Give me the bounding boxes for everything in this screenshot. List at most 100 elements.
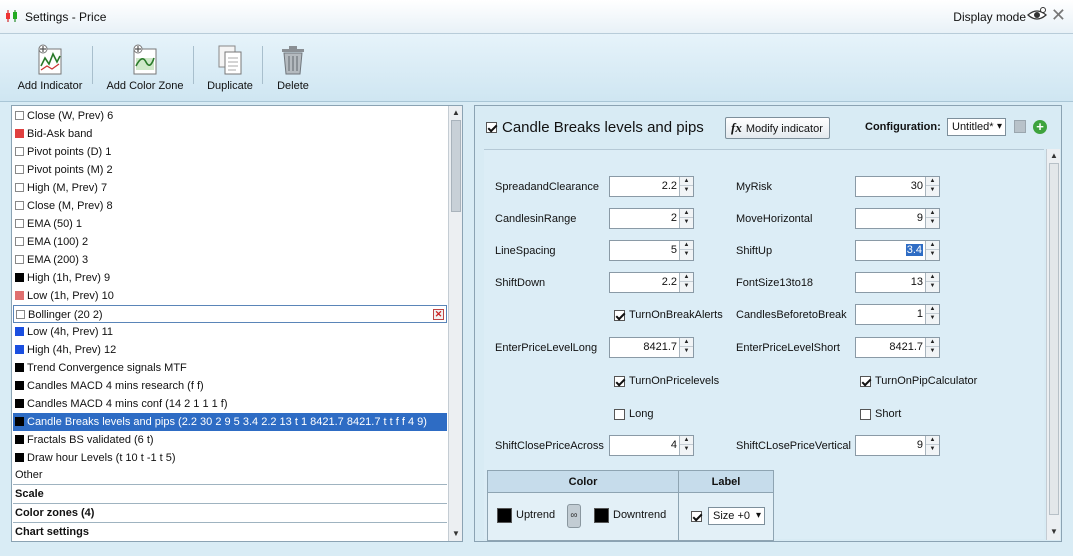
spinner-buttons[interactable]: ▲ ▼ <box>925 273 939 292</box>
list-item-other[interactable]: Other <box>13 466 447 484</box>
close-icon[interactable]: ✕ <box>1051 5 1066 25</box>
spin-up-icon[interactable]: ▲ <box>926 305 939 314</box>
spin-down-icon[interactable]: ▼ <box>680 186 693 195</box>
spin-up-icon[interactable]: ▲ <box>680 273 693 282</box>
spin-up-icon[interactable]: ▲ <box>680 436 693 445</box>
spinner-buttons[interactable]: ▲ ▼ <box>679 209 693 228</box>
label-size-select[interactable]: Size +0 <box>708 507 765 525</box>
downtrend-color-swatch[interactable] <box>594 508 609 523</box>
candles-in-range-input[interactable]: 2 ▲ ▼ <box>609 208 694 229</box>
line-spacing-input[interactable]: 5 ▲ ▼ <box>609 240 694 261</box>
scroll-up-arrow-icon[interactable]: ▲ <box>1049 151 1059 160</box>
list-item[interactable]: Close (W, Prev) 6 <box>13 107 447 125</box>
list-item[interactable]: Trend Convergence signals MTF <box>13 359 447 377</box>
candles-before-break-input[interactable]: 1 ▲ ▼ <box>855 304 940 325</box>
spin-down-icon[interactable]: ▼ <box>926 314 939 323</box>
list-item[interactable]: Candles MACD 4 mins conf (14 2 1 1 1 f) <box>13 395 447 413</box>
spin-down-icon[interactable]: ▼ <box>926 250 939 259</box>
uptrend-color-swatch[interactable] <box>497 508 512 523</box>
section-chart-settings[interactable]: Chart settings <box>13 522 447 540</box>
spinner-buttons[interactable]: ▲ ▼ <box>679 436 693 455</box>
scroll-thumb[interactable] <box>451 120 461 212</box>
checkbox-box[interactable] <box>860 408 871 420</box>
my-risk-input[interactable]: 30 ▲ ▼ <box>855 176 940 197</box>
enter-price-level-short-input[interactable]: 8421.7 ▲ ▼ <box>855 337 940 358</box>
spin-up-icon[interactable]: ▲ <box>680 177 693 186</box>
enter-price-level-long-input[interactable]: 8421.7 ▲ ▼ <box>609 337 694 358</box>
spin-up-icon[interactable]: ▲ <box>680 209 693 218</box>
scroll-up-arrow-icon[interactable]: ▲ <box>451 108 461 118</box>
add-indicator-button[interactable]: Add Indicator <box>14 44 86 92</box>
show-label-checkbox[interactable] <box>691 511 702 522</box>
eye-icon[interactable] <box>1027 7 1047 23</box>
settings-scrollbar[interactable]: ▲ ▼ <box>1046 149 1060 540</box>
spinner-buttons[interactable]: ▲ ▼ <box>925 241 939 260</box>
spinner-buttons[interactable]: ▲ ▼ <box>679 338 693 357</box>
spin-up-icon[interactable]: ▲ <box>680 338 693 347</box>
list-item[interactable]: Draw hour Levels (t 10 t -1 t 5) <box>13 449 447 467</box>
scroll-down-arrow-icon[interactable]: ▼ <box>451 529 461 539</box>
shift-up-input[interactable]: 3.4 ▲ ▼ <box>855 240 940 261</box>
spin-up-icon[interactable]: ▲ <box>926 209 939 218</box>
checkbox-box[interactable] <box>860 375 871 387</box>
list-item[interactable]: Close (M, Prev) 8 <box>13 197 447 215</box>
display-mode-label[interactable]: Display mode <box>953 10 1026 24</box>
spin-up-icon[interactable]: ▲ <box>926 273 939 282</box>
modify-indicator-button[interactable]: fx Modify indicator <box>725 117 830 139</box>
move-horizontal-input[interactable]: 9 ▲ ▼ <box>855 208 940 229</box>
spin-down-icon[interactable]: ▼ <box>926 186 939 195</box>
short-checkbox[interactable]: Short <box>860 408 901 420</box>
shift-down-input[interactable]: 2.2 ▲ ▼ <box>609 272 694 293</box>
font-size-input[interactable]: 13 ▲ ▼ <box>855 272 940 293</box>
spin-down-icon[interactable]: ▼ <box>680 250 693 259</box>
checkbox-box[interactable] <box>614 408 625 420</box>
checkbox-box[interactable] <box>614 309 625 321</box>
spin-up-icon[interactable]: ▲ <box>926 436 939 445</box>
list-item[interactable]: EMA (200) 3 <box>13 251 447 269</box>
save-icon[interactable] <box>1014 120 1026 133</box>
spin-down-icon[interactable]: ▼ <box>926 282 939 291</box>
scroll-down-arrow-icon[interactable]: ▼ <box>1049 527 1059 536</box>
spin-down-icon[interactable]: ▼ <box>680 347 693 356</box>
shift-close-price-across-input[interactable]: 4 ▲ ▼ <box>609 435 694 456</box>
duplicate-button[interactable]: Duplicate <box>204 44 256 92</box>
delete-button[interactable]: Delete <box>272 44 314 92</box>
section-scale[interactable]: Scale <box>13 484 447 502</box>
spread-clearance-input[interactable]: 2.2 ▲ ▼ <box>609 176 694 197</box>
link-colors-icon[interactable]: ∞ <box>567 504 581 528</box>
spinner-buttons[interactable]: ▲ ▼ <box>679 177 693 196</box>
list-item[interactable]: Candle Breaks levels and pips (2.2 30 2 … <box>13 413 447 431</box>
list-item[interactable]: Fractals BS validated (6 t) <box>13 431 447 449</box>
spinner-buttons[interactable]: ▲ ▼ <box>925 177 939 196</box>
spinner-buttons[interactable]: ▲ ▼ <box>925 209 939 228</box>
spin-up-icon[interactable]: ▲ <box>680 241 693 250</box>
list-item[interactable]: Pivot points (D) 1 <box>13 143 447 161</box>
spinner-buttons[interactable]: ▲ ▼ <box>925 338 939 357</box>
spinner-buttons[interactable]: ▲ ▼ <box>679 241 693 260</box>
turn-on-pip-calculator-checkbox[interactable]: TurnOnPipCalculator <box>860 375 977 387</box>
scroll-thumb[interactable] <box>1049 163 1059 515</box>
list-item[interactable]: Low (4h, Prev) 11 <box>13 323 447 341</box>
list-item[interactable]: Bollinger (20 2) ✕ <box>13 305 447 323</box>
spin-down-icon[interactable]: ▼ <box>680 445 693 454</box>
indicator-enabled-checkbox[interactable] <box>486 122 497 133</box>
spinner-buttons[interactable]: ▲ ▼ <box>679 273 693 292</box>
list-item[interactable]: High (1h, Prev) 9 <box>13 269 447 287</box>
spin-down-icon[interactable]: ▼ <box>680 282 693 291</box>
turn-on-price-levels-checkbox[interactable]: TurnOnPricelevels <box>614 375 719 387</box>
list-item[interactable]: High (M, Prev) 7 <box>13 179 447 197</box>
spin-up-icon[interactable]: ▲ <box>926 177 939 186</box>
spin-down-icon[interactable]: ▼ <box>680 218 693 227</box>
long-checkbox[interactable]: Long <box>614 408 653 420</box>
list-scrollbar[interactable]: ▲ ▼ <box>448 106 462 541</box>
spin-up-icon[interactable]: ▲ <box>926 241 939 250</box>
add-color-zone-button[interactable]: Add Color Zone <box>104 44 186 92</box>
spin-down-icon[interactable]: ▼ <box>926 218 939 227</box>
spin-down-icon[interactable]: ▼ <box>926 347 939 356</box>
list-item[interactable]: EMA (50) 1 <box>13 215 447 233</box>
checkbox-box[interactable] <box>614 375 625 387</box>
list-item[interactable]: Candles MACD 4 mins research (f f) <box>13 377 447 395</box>
spin-up-icon[interactable]: ▲ <box>926 338 939 347</box>
list-item[interactable]: Pivot points (M) 2 <box>13 161 447 179</box>
spinner-buttons[interactable]: ▲ ▼ <box>925 305 939 324</box>
